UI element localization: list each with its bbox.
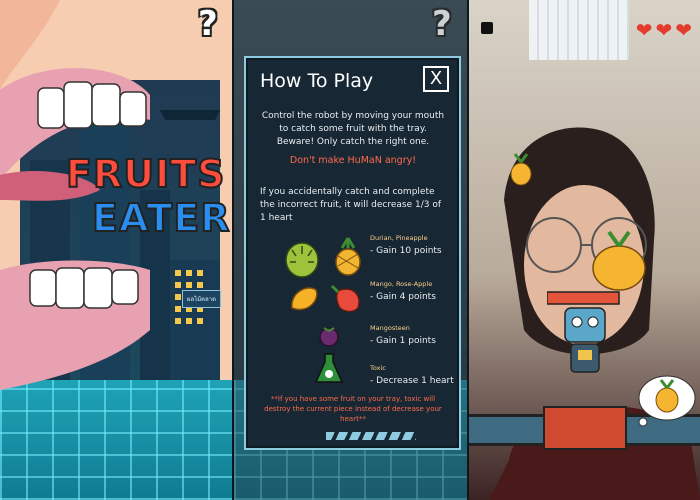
- modal-decoration: [326, 432, 416, 440]
- title-fruits: FRUITS: [65, 151, 226, 197]
- how-to-play-screen: ? How To Play X Control the robot by mov…: [234, 0, 467, 500]
- lives-hearts: ❤ ❤ ❤: [636, 18, 692, 42]
- gameplay-screen: ❤ ❤ ❤: [469, 0, 700, 500]
- mango-icon: [291, 287, 318, 311]
- row-mangosteen-value: - Gain 1 points: [370, 336, 436, 346]
- how-to-play-modal: How To Play X Control the robot by movin…: [244, 56, 461, 450]
- heart-icon: ❤: [635, 18, 653, 42]
- row-mango-roseapple-value: - Gain 4 points: [370, 292, 436, 302]
- help-icon[interactable]: ?: [432, 4, 452, 44]
- rose-apple-icon: [330, 284, 360, 313]
- intro-text: Control the robot by moving your mouth t…: [261, 111, 445, 134]
- durian-icon: [285, 242, 319, 278]
- pineapple-icon: [335, 237, 361, 276]
- row-mangosteen-label: Mangosteen: [370, 324, 410, 332]
- robot-character: [547, 291, 620, 373]
- shop-sign: ผลไม้ตลาด: [182, 290, 222, 308]
- row-durian-pineapple-value: - Gain 10 points: [370, 246, 442, 256]
- title-screen: ? FRUITS EATER ผลไม้ตลาด: [0, 0, 232, 500]
- heart-icon: ❤: [655, 18, 673, 42]
- screens-strip: ? FRUITS EATER ผลไม้ตลาด ? How To Play X…: [0, 0, 700, 500]
- title-eater: EATER: [91, 195, 231, 241]
- incorrect-note: If you accidentally catch and complete t…: [260, 187, 442, 223]
- help-icon[interactable]: ?: [198, 4, 218, 44]
- pause-icon[interactable]: [481, 22, 493, 34]
- row-mango-roseapple-label: Mango, Rose-Apple: [370, 280, 433, 288]
- toxic-flask-icon: [314, 353, 344, 383]
- heart-icon: ❤: [675, 18, 692, 42]
- target-fruit-bubble: [638, 375, 696, 427]
- row-toxic-label: Toxic: [370, 364, 386, 372]
- falling-pineapple: [510, 153, 532, 186]
- toxic-footnote: **If you have some fruit on your tray, t…: [264, 395, 442, 423]
- row-durian-pineapple-label: Durian, Pineapple: [370, 234, 428, 242]
- beware-text: Beware! Only catch the right one.: [276, 137, 430, 147]
- mouth-illustration: [0, 0, 150, 390]
- modal-title: How To Play: [260, 70, 374, 92]
- row-toxic-value: - Decrease 1 heart: [370, 376, 454, 386]
- tray-machine: [543, 406, 627, 450]
- warning-text: Don't make HuMaN angry!: [289, 155, 417, 166]
- mangosteen-icon: [319, 327, 339, 347]
- close-button[interactable]: X: [423, 66, 449, 92]
